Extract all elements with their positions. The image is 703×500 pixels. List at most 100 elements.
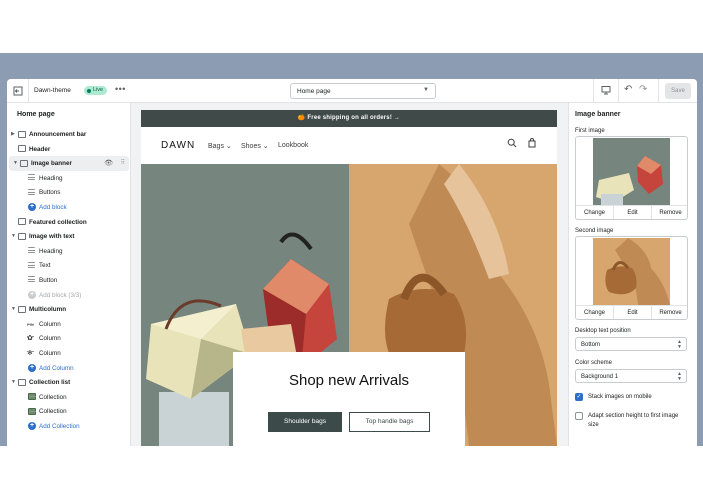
nav-lookbook[interactable]: Lookbook <box>278 142 308 149</box>
section-tree: ▶ Announcement bar Header ▼ Image banner 👁 ⠿ He… <box>7 127 131 433</box>
plus-icon: + <box>28 363 36 372</box>
color-scheme-label: Color scheme <box>575 360 613 366</box>
block-buttons[interactable]: Buttons <box>7 185 131 200</box>
remove-button[interactable]: Remove <box>652 306 687 319</box>
block-text[interactable]: Text <box>7 258 131 273</box>
add-block-button[interactable]: + Add block <box>7 200 131 215</box>
add-block-3-3-button[interactable]: + Add block (3/3) <box>7 288 131 303</box>
first-image-thumbnail <box>593 138 670 205</box>
section-icon <box>18 130 26 138</box>
store-header: DAWN Bags ⌄ Shoes ⌄ Lookbook <box>141 127 557 164</box>
tree-item-label: Column <box>39 320 61 328</box>
tree-item-label: Column <box>39 349 61 357</box>
divider <box>28 79 29 103</box>
chevron-right-icon[interactable]: ▼ <box>11 379 16 385</box>
change-button[interactable]: Change <box>576 206 614 219</box>
section-image-with-text[interactable]: ▼ Image with text <box>7 229 131 244</box>
block-button[interactable]: Button <box>7 273 131 288</box>
edit-button[interactable]: Edit <box>614 206 652 219</box>
second-image-label: Second image <box>575 228 614 234</box>
tree-item-label: Heading <box>39 174 63 182</box>
sections-sidebar: Home page ▶ Announcement bar Header ▼ Image … <box>7 103 131 446</box>
more-actions-button[interactable]: ••• <box>115 84 126 94</box>
color-scheme-value: Background 1 <box>581 373 619 380</box>
color-scheme-select[interactable]: Background 1 ▲ ▼ <box>575 369 687 383</box>
image-banner[interactable]: Shop new Arrivals Shoulder bags Top hand… <box>141 164 557 446</box>
block-column[interactable]: ✿ Column <box>7 331 131 346</box>
tree-item-label: Add Collection <box>39 422 80 430</box>
block-column[interactable]: ❄ Column <box>7 346 131 361</box>
block-collection[interactable]: Collection <box>7 390 131 405</box>
tree-item-label: Heading <box>39 247 63 255</box>
section-featured-collection[interactable]: Featured collection <box>7 215 131 230</box>
desktop-text-position-label: Desktop text position <box>575 328 631 334</box>
eye-icon[interactable]: 👁 <box>104 159 113 167</box>
block-collection[interactable]: Collection <box>7 404 131 419</box>
change-button[interactable]: Change <box>576 306 614 319</box>
tree-item-label: Buttons <box>39 189 61 197</box>
tree-item-label: Button <box>39 276 58 284</box>
text-block-icon <box>28 261 35 268</box>
adapt-height-checkbox[interactable] <box>575 412 583 420</box>
chevron-right-icon[interactable]: ▶ <box>11 131 15 137</box>
undo-icon[interactable]: ↶ <box>624 84 632 95</box>
section-multicolumn[interactable]: ▼ Multicolumn <box>7 302 131 317</box>
section-icon <box>18 305 26 313</box>
text-block-icon <box>28 188 35 195</box>
tree-item-label: Image banner <box>31 160 72 168</box>
text-block-icon <box>28 174 35 181</box>
shoulder-bags-button[interactable]: Shoulder bags <box>268 412 342 432</box>
announcement-bar[interactable]: 🍊 Free shipping on all orders! → <box>141 110 557 127</box>
section-icon <box>18 218 26 226</box>
block-heading[interactable]: Heading <box>7 244 131 259</box>
nav-bags[interactable]: Bags ⌄ <box>208 142 232 150</box>
plus-icon: + <box>28 290 36 299</box>
snowflake-icon: ❄ <box>27 349 34 357</box>
section-collection-list[interactable]: ▼ Collection list <box>7 375 131 390</box>
section-image-banner[interactable]: ▼ Image banner 👁 ⠿ <box>9 156 129 171</box>
exit-icon[interactable] <box>11 84 24 97</box>
divider <box>593 79 594 103</box>
divider <box>658 79 659 103</box>
edit-button[interactable]: Edit <box>614 306 652 319</box>
live-badge: Live <box>84 86 108 95</box>
block-column[interactable]: PIN Column <box>7 317 131 332</box>
drag-handle-icon[interactable]: ⠿ <box>121 159 125 166</box>
text-block-icon <box>28 276 35 283</box>
add-column-button[interactable]: + Add Column <box>7 361 131 376</box>
search-icon[interactable] <box>507 138 517 151</box>
top-handle-bags-button[interactable]: Top handle bags <box>349 412 430 432</box>
block-heading[interactable]: Heading <box>7 171 131 186</box>
tree-item-label: Column <box>39 335 61 343</box>
remove-button[interactable]: Remove <box>652 206 687 219</box>
cart-icon[interactable] <box>527 138 537 151</box>
section-icon <box>18 378 26 386</box>
sidebar-title: Home page <box>17 111 55 118</box>
chevron-right-icon[interactable]: ▼ <box>11 233 16 239</box>
tree-item-label: Collection list <box>29 379 71 387</box>
section-header[interactable]: Header <box>7 142 131 157</box>
tree-item-label: Collection <box>39 393 67 401</box>
section-announcement-bar[interactable]: ▶ Announcement bar <box>7 127 131 142</box>
tree-item-label: Featured collection <box>29 218 87 226</box>
chevron-down-icon[interactable]: ▼ <box>13 160 18 166</box>
store-logo[interactable]: DAWN <box>161 140 195 151</box>
banner-heading[interactable]: Shop new Arrivals <box>233 372 465 389</box>
tree-item-label: Text <box>39 262 51 270</box>
desktop-preview-icon[interactable] <box>601 85 611 97</box>
desktop-text-position-select[interactable]: Bottom ▲ ▼ <box>575 337 687 351</box>
tree-item-label: Add block <box>39 203 67 211</box>
redo-icon[interactable]: ↷ <box>639 84 647 95</box>
select-arrows-icon: ▲ ▼ <box>677 371 682 382</box>
preview-canvas: 🍊 Free shipping on all orders! → DAWN Ba… <box>131 103 568 446</box>
save-button[interactable]: Save <box>665 83 691 99</box>
page-selector[interactable]: Home page ▼ <box>290 83 436 99</box>
caret-down-icon: ▼ <box>423 87 429 93</box>
store-preview[interactable]: 🍊 Free shipping on all orders! → DAWN Ba… <box>141 110 557 446</box>
chevron-right-icon[interactable]: ▼ <box>11 306 16 312</box>
add-collection-button[interactable]: + Add Collection <box>7 419 131 434</box>
desktop-text-position-value: Bottom <box>581 341 601 348</box>
settings-title: Image banner <box>575 111 621 118</box>
stack-images-checkbox[interactable]: ✓ <box>575 393 583 401</box>
nav-shoes[interactable]: Shoes ⌄ <box>241 142 269 150</box>
